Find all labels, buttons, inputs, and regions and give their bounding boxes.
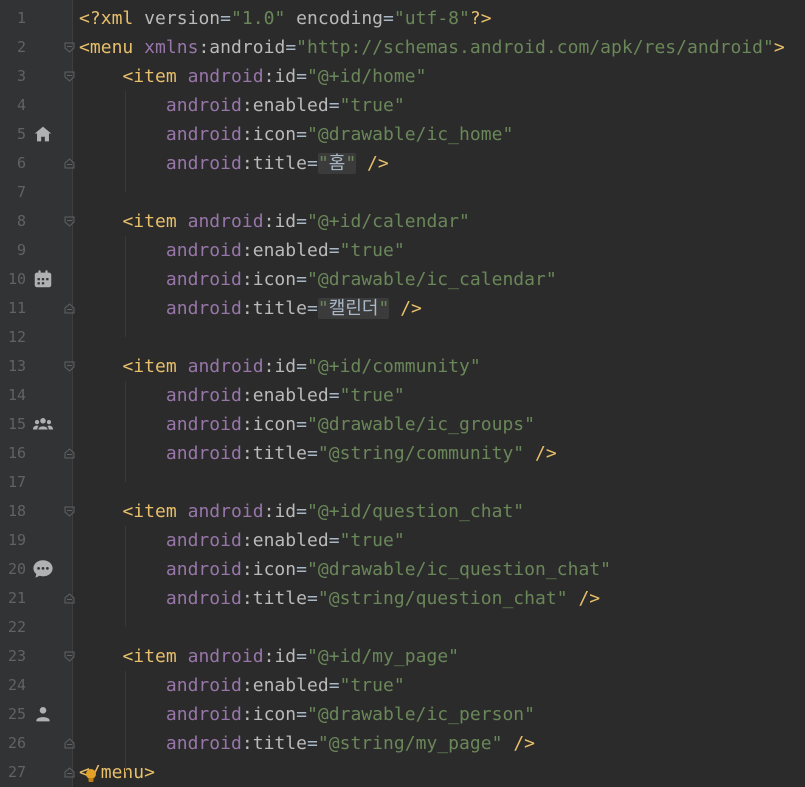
line-number: 15 xyxy=(7,415,26,433)
editor-gutter: 1 2 3 4 5 6 7 8 9 10 11 12 13 14 15 16 17 18 19 20 21 22 23 24 2… xyxy=(0,0,75,787)
code-line[interactable]: android:enabled="true" xyxy=(79,381,405,410)
intention-bulb-icon[interactable] xyxy=(84,768,98,784)
line-number: 18 xyxy=(7,502,26,520)
xml-editor[interactable]: 1 2 3 4 5 6 7 8 9 10 11 12 13 14 15 16 17 18 19 20 21 22 23 24 2… xyxy=(0,0,805,787)
line-number: 26 xyxy=(7,734,26,752)
code-line[interactable]: <item android:id="@+id/question_chat" xyxy=(79,497,524,526)
code-line[interactable]: android:enabled="true" xyxy=(79,671,405,700)
code-line[interactable]: android:title="캘린더" /> xyxy=(79,294,422,323)
code-line[interactable]: android:enabled="true" xyxy=(79,236,405,265)
line-number: 1 xyxy=(16,9,26,27)
line-number: 22 xyxy=(7,618,26,636)
code-line[interactable]: android:icon="@drawable/ic_groups" xyxy=(79,410,535,439)
code-line[interactable]: android:icon="@drawable/ic_home" xyxy=(79,120,513,149)
person-icon[interactable] xyxy=(31,702,55,726)
line-number: 3 xyxy=(16,67,26,85)
line-number: 8 xyxy=(16,212,26,230)
home-icon[interactable] xyxy=(31,122,55,146)
line-number: 12 xyxy=(7,328,26,346)
line-number: 4 xyxy=(16,96,26,114)
calendar-icon[interactable] xyxy=(31,267,55,291)
code-line[interactable]: android:title="@string/my_page" /> xyxy=(79,729,535,758)
chat-icon[interactable] xyxy=(31,557,55,581)
groups-icon[interactable] xyxy=(31,412,55,436)
code-line[interactable]: android:enabled="true" xyxy=(79,91,405,120)
code-line[interactable]: <?xml version="1.0" encoding="utf-8"?> xyxy=(79,4,492,33)
indent-guide xyxy=(125,236,126,337)
line-number: 14 xyxy=(7,386,26,404)
indent-guide xyxy=(125,381,126,482)
line-number: 27 xyxy=(7,763,26,781)
code-line[interactable]: android:title="@string/question_chat" /> xyxy=(79,584,600,613)
line-number: 16 xyxy=(7,444,26,462)
line-number: 5 xyxy=(16,125,26,143)
code-line[interactable]: android:title="@string/community" /> xyxy=(79,439,557,468)
line-number: 19 xyxy=(7,531,26,549)
line-number: 9 xyxy=(16,241,26,259)
indent-guide xyxy=(125,91,126,192)
code-line[interactable]: <item android:id="@+id/home" xyxy=(79,62,426,91)
line-number: 13 xyxy=(7,357,26,375)
code-area[interactable]: <?xml version="1.0" encoding="utf-8"?> <m… xyxy=(73,0,805,787)
indent-guide xyxy=(125,526,126,627)
line-number: 10 xyxy=(7,270,26,288)
line-number: 23 xyxy=(7,647,26,665)
code-line[interactable]: <item android:id="@+id/calendar" xyxy=(79,207,470,236)
code-line[interactable]: <item android:id="@+id/my_page" xyxy=(79,642,459,671)
line-number: 17 xyxy=(7,473,26,491)
line-number: 2 xyxy=(16,38,26,56)
line-number: 20 xyxy=(7,560,26,578)
code-line[interactable]: android:icon="@drawable/ic_question_chat… xyxy=(79,555,611,584)
line-number: 24 xyxy=(7,676,26,694)
code-line[interactable]: <menu xmlns:android="http://schemas.andr… xyxy=(79,33,785,62)
line-number: 7 xyxy=(16,183,26,201)
code-line[interactable]: <item android:id="@+id/community" xyxy=(79,352,481,381)
line-number: 6 xyxy=(16,154,26,172)
code-line[interactable]: android:icon="@drawable/ic_person" xyxy=(79,700,535,729)
indent-guide xyxy=(125,671,126,772)
line-number: 25 xyxy=(7,705,26,723)
code-line[interactable]: android:icon="@drawable/ic_calendar" xyxy=(79,265,557,294)
code-line[interactable]: android:enabled="true" xyxy=(79,526,405,555)
line-number: 21 xyxy=(7,589,26,607)
line-number: 11 xyxy=(7,299,26,317)
